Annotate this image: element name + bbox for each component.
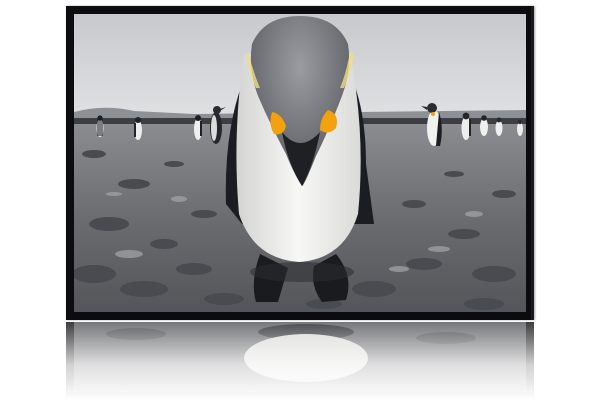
penguin-photo bbox=[74, 14, 526, 312]
photo-frame bbox=[66, 6, 534, 320]
photo-reflection bbox=[66, 322, 534, 400]
